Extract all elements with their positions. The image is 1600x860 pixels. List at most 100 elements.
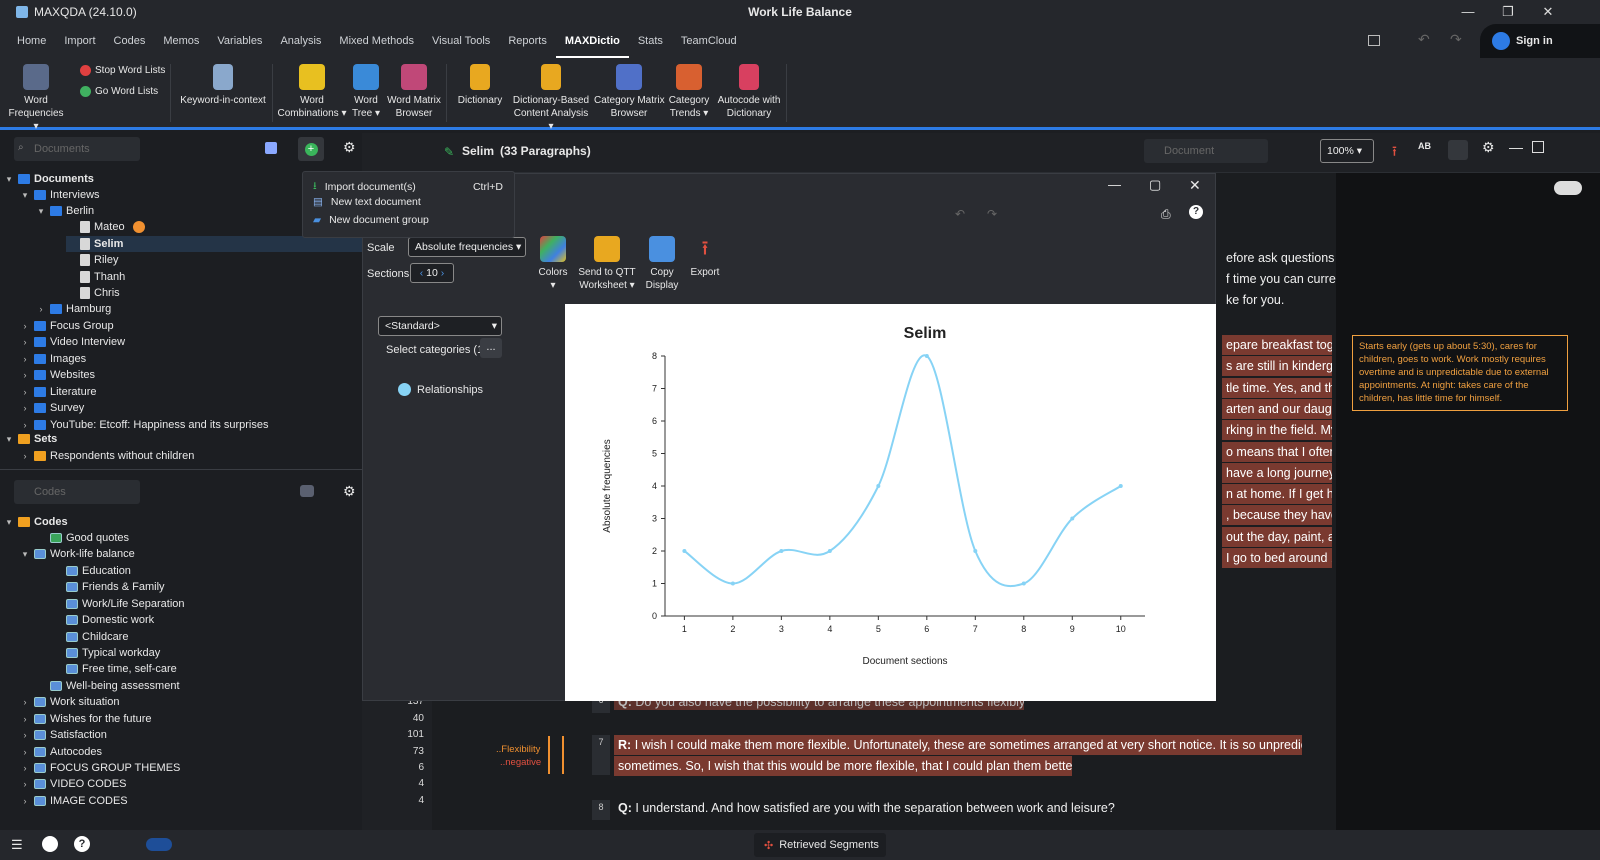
code-education[interactable]: Education <box>52 563 131 579</box>
standard-select[interactable]: <Standard> ▾ <box>378 316 502 336</box>
word-frequencies-button[interactable]: Word Frequencies ▾ <box>6 64 66 133</box>
mode-toggle[interactable] <box>146 838 172 851</box>
autocode-dictionary-button[interactable]: Autocode with Dictionary <box>714 64 784 120</box>
stop-word-lists-button[interactable]: Stop Word Lists <box>80 65 165 76</box>
chevron-right-icon[interactable]: › <box>20 354 30 364</box>
code-label-negative[interactable]: ..negative <box>500 757 541 768</box>
chevron-right-icon[interactable]: › <box>20 763 30 773</box>
chevron-down-icon[interactable]: ▾ <box>20 549 30 560</box>
doc-undock-icon[interactable] <box>1532 141 1544 153</box>
chevron-right-icon[interactable]: › <box>20 697 30 707</box>
menu-memos[interactable]: Memos <box>154 24 208 58</box>
folder-hamburg[interactable]: › Hamburg <box>36 301 112 317</box>
code-satisfaction[interactable]: › Satisfaction <box>20 727 107 743</box>
menu-home[interactable]: Home <box>8 24 55 58</box>
folder-youtube-etcoff-happiness-and-its-surprises[interactable]: › YouTube: Etcoff: Happiness and its surp… <box>20 417 269 433</box>
code-wishes-for-the-future[interactable]: › Wishes for the future <box>20 711 152 727</box>
chevron-down-icon[interactable]: ▾ <box>4 517 14 528</box>
category-matrix-browser-button[interactable]: Category Matrix Browser <box>594 64 665 120</box>
code-typical-workday[interactable]: Typical workday <box>52 645 160 661</box>
word-tree-button[interactable]: Word Tree ▾ <box>350 64 382 120</box>
code-autocodes[interactable]: › Autocodes <box>20 744 102 760</box>
memo-note[interactable]: Starts early (gets up about 5:30), cares… <box>1352 335 1568 411</box>
chevron-right-icon[interactable]: › <box>20 796 30 806</box>
chevron-down-icon[interactable]: ▾ <box>4 174 14 185</box>
menu-import[interactable]: Import <box>55 24 104 58</box>
close-window-button[interactable]: ✕ <box>1528 0 1568 24</box>
folder-literature[interactable]: › Literature <box>20 384 97 400</box>
send-to-qtt-button[interactable]: Send to QTT Worksheet ▾ <box>575 236 639 292</box>
sets-root[interactable]: ▾ Sets <box>4 431 58 447</box>
chevron-right-icon[interactable]: › <box>20 730 30 740</box>
gear-icon[interactable]: ⚙ <box>343 139 356 156</box>
chevron-right-icon[interactable]: › <box>20 403 30 413</box>
layout-grid-icon[interactable] <box>1368 35 1380 46</box>
code-good-quotes[interactable]: Good quotes <box>36 530 129 546</box>
code-video-codes[interactable]: › VIDEO CODES <box>20 776 127 792</box>
set-respondents-without-children[interactable]: › Respondents without children <box>20 448 195 464</box>
redo-icon[interactable]: ↷ <box>1450 31 1462 48</box>
code-work-life-separation[interactable]: Work/Life Separation <box>52 596 185 612</box>
chevron-right-icon[interactable]: › <box>20 387 30 397</box>
menu-variables[interactable]: Variables <box>208 24 271 58</box>
code-childcare[interactable]: Childcare <box>52 629 128 645</box>
sections-stepper[interactable]: ‹ 10 › <box>410 263 454 283</box>
minimize-window-button[interactable]: — <box>1448 0 1488 24</box>
dialog-maximize-button[interactable]: ▢ <box>1149 177 1161 193</box>
dialog-undo-icon[interactable]: ↶ <box>955 207 965 221</box>
doc-gear-icon[interactable]: ⚙ <box>1482 139 1495 156</box>
code-domestic-work[interactable]: Domestic work <box>52 612 154 628</box>
menu-stats[interactable]: Stats <box>629 24 672 58</box>
documents-root[interactable]: ▾ Documents <box>4 171 94 187</box>
menu-analysis[interactable]: Analysis <box>271 24 330 58</box>
dialog-minimize-button[interactable]: — <box>1108 177 1121 192</box>
chevron-right-icon[interactable]: › <box>20 370 30 380</box>
code-label-flexibility[interactable]: ..Flexibility <box>496 744 540 755</box>
code-image-codes[interactable]: › IMAGE CODES <box>20 793 128 809</box>
codes-search-input[interactable]: Codes <box>14 480 140 504</box>
menu-codes[interactable]: Codes <box>105 24 155 58</box>
chevron-right-icon[interactable]: › <box>20 714 30 724</box>
code-work-situation[interactable]: › Work situation <box>20 694 120 710</box>
dictionary-content-analysis-button[interactable]: Dictionary-Based Content Analysis ▾ <box>510 64 592 133</box>
document-search-input[interactable]: Document <box>1144 139 1268 163</box>
zoom-select[interactable]: 100% ▾ <box>1320 139 1374 163</box>
edit-icon[interactable]: ✎ <box>444 145 454 159</box>
menu-new-text-document[interactable]: ▤ New text document <box>313 196 503 208</box>
doc-collapse-icon[interactable]: — <box>1509 139 1523 155</box>
chevron-right-icon[interactable]: › <box>20 420 30 430</box>
dictionary-button[interactable]: Dictionary <box>450 64 510 107</box>
document-mateo[interactable]: Mateo <box>66 219 145 235</box>
colors-button[interactable]: Colors ▾ <box>533 236 573 292</box>
dialog-close-button[interactable]: ✕ <box>1189 177 1201 194</box>
category-item[interactable]: Relationships <box>417 384 483 396</box>
sign-in-button[interactable]: Sign in <box>1480 24 1600 58</box>
print-icon[interactable]: ⎙ <box>1161 207 1171 222</box>
folder-survey[interactable]: › Survey <box>20 400 85 416</box>
chevron-right-icon[interactable]: › <box>20 779 30 789</box>
menu-maxdictio[interactable]: MAXDictio <box>555 24 629 58</box>
dialog-redo-icon[interactable]: ↷ <box>987 207 997 221</box>
document-chris[interactable]: Chris <box>66 285 120 301</box>
folder-interviews[interactable]: ▾ Interviews <box>20 187 100 203</box>
menu-new-document-group[interactable]: ▰ New document group <box>313 214 503 226</box>
chevron-right-icon[interactable]: › <box>20 451 30 461</box>
codes-gear-icon[interactable]: ⚙ <box>343 483 356 500</box>
chevron-down-icon[interactable]: ▾ <box>36 206 46 217</box>
undo-icon[interactable]: ↶ <box>1418 31 1430 48</box>
memo-panel-toggle[interactable] <box>1448 140 1468 160</box>
word-combinations-button[interactable]: Word Combinations ▾ <box>276 64 348 120</box>
menu-import-documents[interactable]: ⭳ Import document(s) Ctrl+D <box>313 178 503 196</box>
spellcheck-icon[interactable]: AB <box>1418 141 1431 151</box>
folder-images[interactable]: › Images <box>20 351 87 367</box>
code-work-life-balance[interactable]: ▾ Work-life balance <box>20 546 135 562</box>
document-riley[interactable]: Riley <box>66 252 118 268</box>
menu-reports[interactable]: Reports <box>499 24 556 58</box>
chevron-down-icon[interactable]: ▾ <box>20 190 30 201</box>
documents-icon[interactable] <box>265 142 277 154</box>
retrieved-segments-tab[interactable]: ✣ Retrieved Segments <box>754 833 886 857</box>
copy-display-button[interactable]: Copy Display <box>639 236 685 292</box>
word-matrix-browser-button[interactable]: Word Matrix Browser <box>384 64 444 120</box>
codes-root[interactable]: ▾ Codes <box>4 514 68 530</box>
menu-teamcloud[interactable]: TeamCloud <box>672 24 746 58</box>
